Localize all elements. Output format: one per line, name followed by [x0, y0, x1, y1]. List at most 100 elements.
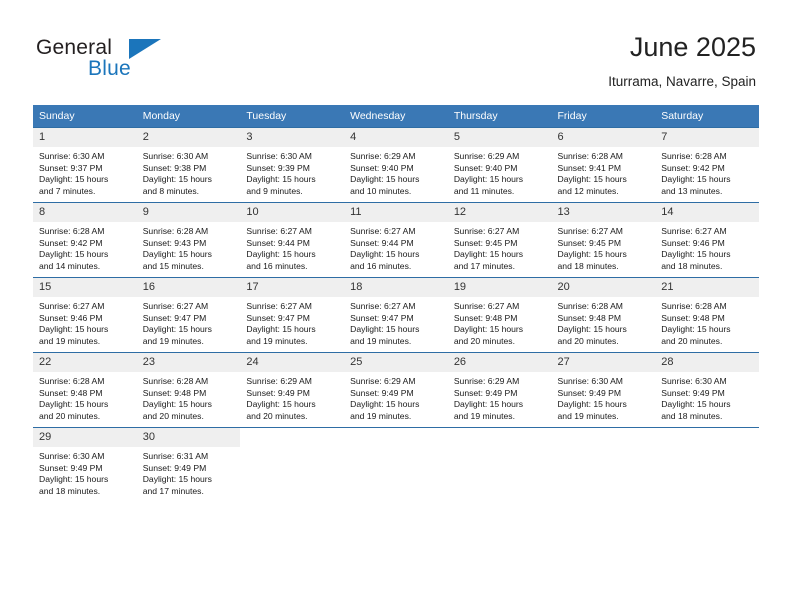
daylight-text-line2: and 20 minutes.	[661, 335, 723, 346]
location-subtitle: Iturrama, Navarre, Spain	[608, 74, 756, 89]
day-cell[interactable]: 3 Sunrise: 6:30 AM Sunset: 9:39 PM Dayli…	[240, 127, 345, 203]
day-number: 8	[33, 203, 137, 222]
day-number	[655, 428, 759, 447]
day-cell[interactable]: 16 Sunrise: 6:27 AM Sunset: 9:47 PM Dayl…	[136, 277, 241, 353]
day-cell[interactable]: 6 Sunrise: 6:28 AM Sunset: 9:41 PM Dayli…	[551, 127, 656, 203]
weekday-header-tuesday: Tuesday	[240, 105, 345, 128]
sunrise-text: Sunrise: 6:27 AM	[661, 226, 727, 236]
day-cell[interactable]: 23 Sunrise: 6:28 AM Sunset: 9:48 PM Dayl…	[136, 352, 241, 428]
day-details: Sunrise: 6:28 AM Sunset: 9:48 PM Dayligh…	[552, 297, 656, 347]
sunrise-text: Sunrise: 6:27 AM	[350, 226, 416, 236]
sunrise-text: Sunrise: 6:28 AM	[142, 226, 209, 236]
day-cell[interactable]: 2 Sunrise: 6:30 AM Sunset: 9:38 PM Dayli…	[136, 127, 241, 203]
day-cell[interactable]: 22 Sunrise: 6:28 AM Sunset: 9:48 PM Dayl…	[33, 352, 137, 428]
day-cell[interactable]: 7 Sunrise: 6:28 AM Sunset: 9:42 PM Dayli…	[655, 127, 759, 203]
calendar-week-row: 29 Sunrise: 6:30 AM Sunset: 9:49 PM Dayl…	[33, 427, 759, 502]
sunset-text: Sunset: 9:38 PM	[142, 162, 207, 173]
daylight-text-line1: Daylight: 15 hours	[350, 174, 420, 185]
day-number: 22	[33, 353, 137, 372]
day-details: Sunrise: 6:28 AM Sunset: 9:41 PM Dayligh…	[552, 147, 656, 197]
daylight-text-line2: and 8 minutes.	[142, 185, 200, 196]
day-cell[interactable]: 21 Sunrise: 6:28 AM Sunset: 9:48 PM Dayl…	[655, 277, 759, 353]
daylight-text-line1: Daylight: 15 hours	[39, 399, 109, 410]
sunset-text: Sunset: 9:40 PM	[453, 162, 518, 173]
day-cell-empty	[344, 427, 448, 502]
title-block: June 2025 Iturrama, Navarre, Spain	[608, 30, 756, 92]
weekday-header-sunday: Sunday	[33, 105, 137, 128]
day-cell-empty	[551, 427, 656, 502]
day-number: 26	[447, 353, 552, 372]
day-details: Sunrise: 6:30 AM Sunset: 9:38 PM Dayligh…	[137, 147, 241, 197]
sunset-text: Sunset: 9:46 PM	[39, 312, 103, 323]
day-cell[interactable]: 20 Sunrise: 6:28 AM Sunset: 9:48 PM Dayl…	[551, 277, 656, 353]
day-cell[interactable]: 25 Sunrise: 6:29 AM Sunset: 9:49 PM Dayl…	[344, 352, 448, 428]
day-cell[interactable]: 18 Sunrise: 6:27 AM Sunset: 9:47 PM Dayl…	[344, 277, 448, 353]
sunset-text: Sunset: 9:49 PM	[246, 387, 310, 398]
day-details: Sunrise: 6:27 AM Sunset: 9:47 PM Dayligh…	[344, 297, 448, 347]
day-number: 9	[136, 203, 241, 222]
sunrise-text: Sunrise: 6:30 AM	[661, 376, 727, 386]
day-details: Sunrise: 6:28 AM Sunset: 9:48 PM Dayligh…	[655, 297, 759, 347]
daylight-text-line2: and 18 minutes.	[39, 485, 101, 496]
day-details: Sunrise: 6:27 AM Sunset: 9:46 PM Dayligh…	[33, 297, 137, 347]
day-details: Sunrise: 6:28 AM Sunset: 9:43 PM Dayligh…	[137, 222, 241, 272]
day-cell[interactable]: 15 Sunrise: 6:27 AM Sunset: 9:46 PM Dayl…	[33, 277, 137, 353]
day-details: Sunrise: 6:27 AM Sunset: 9:47 PM Dayligh…	[137, 297, 241, 347]
day-cell[interactable]: 11 Sunrise: 6:27 AM Sunset: 9:44 PM Dayl…	[344, 202, 448, 278]
sunset-text: Sunset: 9:39 PM	[246, 162, 310, 173]
day-cell[interactable]: 17 Sunrise: 6:27 AM Sunset: 9:47 PM Dayl…	[240, 277, 345, 353]
sunset-text: Sunset: 9:40 PM	[350, 162, 414, 173]
sunrise-text: Sunrise: 6:27 AM	[453, 301, 520, 311]
day-number: 14	[655, 203, 759, 222]
day-cell[interactable]: 13 Sunrise: 6:27 AM Sunset: 9:45 PM Dayl…	[551, 202, 656, 278]
day-cell[interactable]: 9 Sunrise: 6:28 AM Sunset: 9:43 PM Dayli…	[136, 202, 241, 278]
sunset-text: Sunset: 9:49 PM	[453, 387, 518, 398]
sunrise-text: Sunrise: 6:28 AM	[39, 226, 105, 236]
day-cell[interactable]: 14 Sunrise: 6:27 AM Sunset: 9:46 PM Dayl…	[655, 202, 759, 278]
daylight-text-line1: Daylight: 15 hours	[661, 174, 731, 185]
daylight-text-line2: and 13 minutes.	[661, 185, 723, 196]
day-cell[interactable]: 26 Sunrise: 6:29 AM Sunset: 9:49 PM Dayl…	[447, 352, 552, 428]
day-number: 11	[344, 203, 448, 222]
day-details: Sunrise: 6:28 AM Sunset: 9:42 PM Dayligh…	[33, 222, 137, 272]
sunrise-text: Sunrise: 6:27 AM	[453, 226, 520, 236]
sunset-text: Sunset: 9:49 PM	[557, 387, 622, 398]
sunrise-text: Sunrise: 6:29 AM	[453, 376, 520, 386]
day-cell[interactable]: 8 Sunrise: 6:28 AM Sunset: 9:42 PM Dayli…	[33, 202, 137, 278]
daylight-text-line1: Daylight: 15 hours	[453, 249, 524, 260]
sunset-text: Sunset: 9:48 PM	[661, 312, 725, 323]
day-details: Sunrise: 6:30 AM Sunset: 9:49 PM Dayligh…	[655, 372, 759, 422]
day-details: Sunrise: 6:27 AM Sunset: 9:45 PM Dayligh…	[448, 222, 552, 272]
daylight-text-line2: and 20 minutes.	[453, 335, 515, 346]
day-details: Sunrise: 6:30 AM Sunset: 9:37 PM Dayligh…	[33, 147, 137, 197]
day-cell[interactable]: 28 Sunrise: 6:30 AM Sunset: 9:49 PM Dayl…	[655, 352, 759, 428]
day-details: Sunrise: 6:29 AM Sunset: 9:40 PM Dayligh…	[448, 147, 552, 197]
day-number: 28	[655, 353, 759, 372]
sunrise-text: Sunrise: 6:30 AM	[39, 151, 105, 161]
sunrise-text: Sunrise: 6:30 AM	[142, 151, 209, 161]
day-details: Sunrise: 6:28 AM Sunset: 9:48 PM Dayligh…	[33, 372, 137, 422]
day-cell[interactable]: 29 Sunrise: 6:30 AM Sunset: 9:49 PM Dayl…	[33, 427, 137, 502]
day-details: Sunrise: 6:30 AM Sunset: 9:39 PM Dayligh…	[240, 147, 344, 197]
triangle-flag-icon	[129, 39, 161, 59]
day-number: 19	[447, 278, 552, 297]
day-number	[447, 428, 552, 447]
daylight-text-line1: Daylight: 15 hours	[142, 174, 212, 185]
daylight-text-line1: Daylight: 15 hours	[661, 249, 731, 260]
day-cell[interactable]: 30 Sunrise: 6:31 AM Sunset: 9:49 PM Dayl…	[136, 427, 241, 502]
day-cell[interactable]: 24 Sunrise: 6:29 AM Sunset: 9:49 PM Dayl…	[240, 352, 345, 428]
day-cell[interactable]: 19 Sunrise: 6:27 AM Sunset: 9:48 PM Dayl…	[447, 277, 552, 353]
day-cell[interactable]: 27 Sunrise: 6:30 AM Sunset: 9:49 PM Dayl…	[551, 352, 656, 428]
daylight-text-line1: Daylight: 15 hours	[246, 324, 316, 335]
day-cell[interactable]: 10 Sunrise: 6:27 AM Sunset: 9:44 PM Dayl…	[240, 202, 345, 278]
day-number: 25	[344, 353, 448, 372]
day-cell[interactable]: 1 Sunrise: 6:30 AM Sunset: 9:37 PM Dayli…	[33, 127, 137, 203]
daylight-text-line2: and 18 minutes.	[661, 260, 723, 271]
day-number: 30	[136, 428, 241, 447]
day-cell[interactable]: 4 Sunrise: 6:29 AM Sunset: 9:40 PM Dayli…	[344, 127, 448, 203]
day-number: 4	[344, 128, 448, 147]
sunrise-text: Sunrise: 6:30 AM	[246, 151, 312, 161]
day-cell[interactable]: 12 Sunrise: 6:27 AM Sunset: 9:45 PM Dayl…	[447, 202, 552, 278]
day-cell-empty	[655, 427, 759, 502]
day-cell[interactable]: 5 Sunrise: 6:29 AM Sunset: 9:40 PM Dayli…	[447, 127, 552, 203]
